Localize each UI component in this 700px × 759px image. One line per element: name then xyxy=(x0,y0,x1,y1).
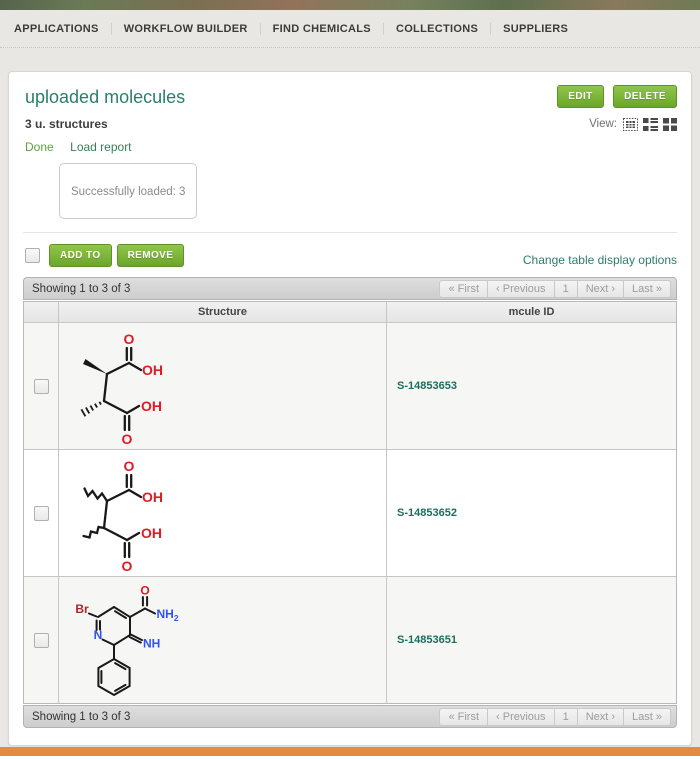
table-top-bar: Showing 1 to 3 of 3 « First ‹ Previous 1… xyxy=(23,277,677,300)
edit-button[interactable]: EDIT xyxy=(557,85,603,108)
main-nav: APPLICATIONS WORKFLOW BUILDER FIND CHEMI… xyxy=(0,10,700,48)
pagination-page-button[interactable]: 1 xyxy=(554,280,578,298)
pagination-last-button[interactable]: Last » xyxy=(623,708,671,726)
molecules-table: Showing 1 to 3 of 3 « First ‹ Previous 1… xyxy=(23,277,677,728)
view-switcher: View: xyxy=(589,118,677,131)
remove-button[interactable]: REMOVE xyxy=(117,244,185,267)
oxygen-label: O xyxy=(124,458,135,474)
add-to-button[interactable]: ADD TO xyxy=(49,244,112,267)
table-row: O OH OH O S-14853652 xyxy=(24,450,676,577)
pagination-page-button[interactable]: 1 xyxy=(554,708,578,726)
row-checkbox[interactable] xyxy=(34,379,49,394)
nav-find-chemicals[interactable]: FIND CHEMICALS xyxy=(261,23,384,35)
change-table-display-link[interactable]: Change table display options xyxy=(523,253,677,267)
showing-text: Showing 1 to 3 of 3 xyxy=(32,711,130,723)
load-report-box: Successfully loaded: 3 xyxy=(59,163,197,219)
view-label: View: xyxy=(589,118,617,130)
imine-nh-label: NH xyxy=(143,637,160,651)
pagination-top: « First ‹ Previous 1 Next › Last » xyxy=(439,280,671,298)
oxygen-label: O xyxy=(124,331,135,347)
pagination-previous-button[interactable]: ‹ Previous xyxy=(487,280,555,298)
footer-orange-bar xyxy=(0,747,700,756)
amide-nh2-label: NH2 xyxy=(157,607,179,623)
row-checkbox[interactable] xyxy=(34,633,49,648)
table-bottom-bar: Showing 1 to 3 of 3 « First ‹ Previous 1… xyxy=(23,705,677,728)
header-checkbox-cell xyxy=(24,302,59,322)
structure-cell: Br N O NH2 NH xyxy=(59,577,387,703)
status-links: Done Load report xyxy=(25,138,677,156)
wavy-bond xyxy=(85,489,108,502)
delete-button[interactable]: DELETE xyxy=(613,85,677,108)
hydroxyl-label: OH xyxy=(141,398,162,414)
nav-suppliers[interactable]: SUPPLIERS xyxy=(491,23,580,35)
row-checkbox[interactable] xyxy=(34,506,49,521)
nav-workflow-builder[interactable]: WORKFLOW BUILDER xyxy=(112,23,261,35)
molecule-structure-bromo-imino-phenyl-pyridine-carboxamide[interactable]: Br N O NH2 NH xyxy=(59,577,387,703)
section-divider xyxy=(23,232,677,233)
ring-nitrogen-label: N xyxy=(94,628,103,642)
page-title: uploaded molecules xyxy=(25,87,185,108)
hydroxyl-label: OH xyxy=(142,489,163,505)
pagination-last-button[interactable]: Last » xyxy=(623,280,671,298)
page-background: APPLICATIONS WORKFLOW BUILDER FIND CHEMI… xyxy=(0,10,700,747)
hash-bond xyxy=(81,402,101,417)
report-text: Successfully loaded: 3 xyxy=(71,186,185,198)
load-report-link[interactable]: Load report xyxy=(70,140,131,154)
pagination-next-button[interactable]: Next › xyxy=(577,280,624,298)
list-view-icon[interactable] xyxy=(643,118,658,131)
structure-cell: O OH OH O xyxy=(59,323,387,449)
oxygen-label: O xyxy=(122,558,133,574)
top-banner-image xyxy=(0,0,700,10)
structures-count: 3 u. structures xyxy=(25,117,108,131)
pagination-bottom: « First ‹ Previous 1 Next › Last » xyxy=(439,708,671,726)
table-view-icon[interactable] xyxy=(623,118,638,131)
oxygen-label: O xyxy=(122,431,133,447)
molecule-structure-dimethylsuccinic-acid-stereo[interactable]: O OH OH O xyxy=(59,323,387,449)
wedge-bond xyxy=(83,359,107,374)
header-mcule-id: mcule ID xyxy=(387,302,676,322)
bulk-actions: ADD TO REMOVE xyxy=(23,244,184,267)
done-link[interactable]: Done xyxy=(25,140,54,154)
showing-text: Showing 1 to 3 of 3 xyxy=(32,283,130,295)
nav-applications[interactable]: APPLICATIONS xyxy=(2,23,112,35)
pagination-first-button[interactable]: « First xyxy=(439,708,488,726)
table-row: Br N O NH2 NH S-14853651 xyxy=(24,577,676,703)
uploaded-molecules-panel: uploaded molecules EDIT DELETE 3 u. stru… xyxy=(8,71,692,746)
grid-view-icon[interactable] xyxy=(663,118,677,131)
mcule-id-link[interactable]: S-14853653 xyxy=(397,380,457,392)
select-all-checkbox[interactable] xyxy=(25,248,40,263)
table-header-row: Structure mcule ID xyxy=(24,302,676,323)
nav-collections[interactable]: COLLECTIONS xyxy=(384,23,491,35)
structure-cell: O OH OH O xyxy=(59,450,387,576)
wavy-bond xyxy=(84,527,105,538)
mcule-id-link[interactable]: S-14853651 xyxy=(397,634,457,646)
hydroxyl-label: OH xyxy=(142,362,163,378)
header-structure: Structure xyxy=(59,302,387,322)
hydroxyl-label: OH xyxy=(141,525,162,541)
pagination-first-button[interactable]: « First xyxy=(439,280,488,298)
pagination-previous-button[interactable]: ‹ Previous xyxy=(487,708,555,726)
amide-oxygen-label: O xyxy=(140,584,149,598)
mcule-id-link[interactable]: S-14853652 xyxy=(397,507,457,519)
pagination-next-button[interactable]: Next › xyxy=(577,708,624,726)
table-grid: Structure mcule ID xyxy=(23,301,677,704)
table-row: O OH OH O S-14853653 xyxy=(24,323,676,450)
molecule-structure-dimethylsuccinic-acid-wavy[interactable]: O OH OH O xyxy=(59,450,387,576)
header-buttons: EDIT DELETE xyxy=(557,85,677,108)
bromine-label: Br xyxy=(75,602,89,616)
phenyl-ring xyxy=(98,659,129,695)
